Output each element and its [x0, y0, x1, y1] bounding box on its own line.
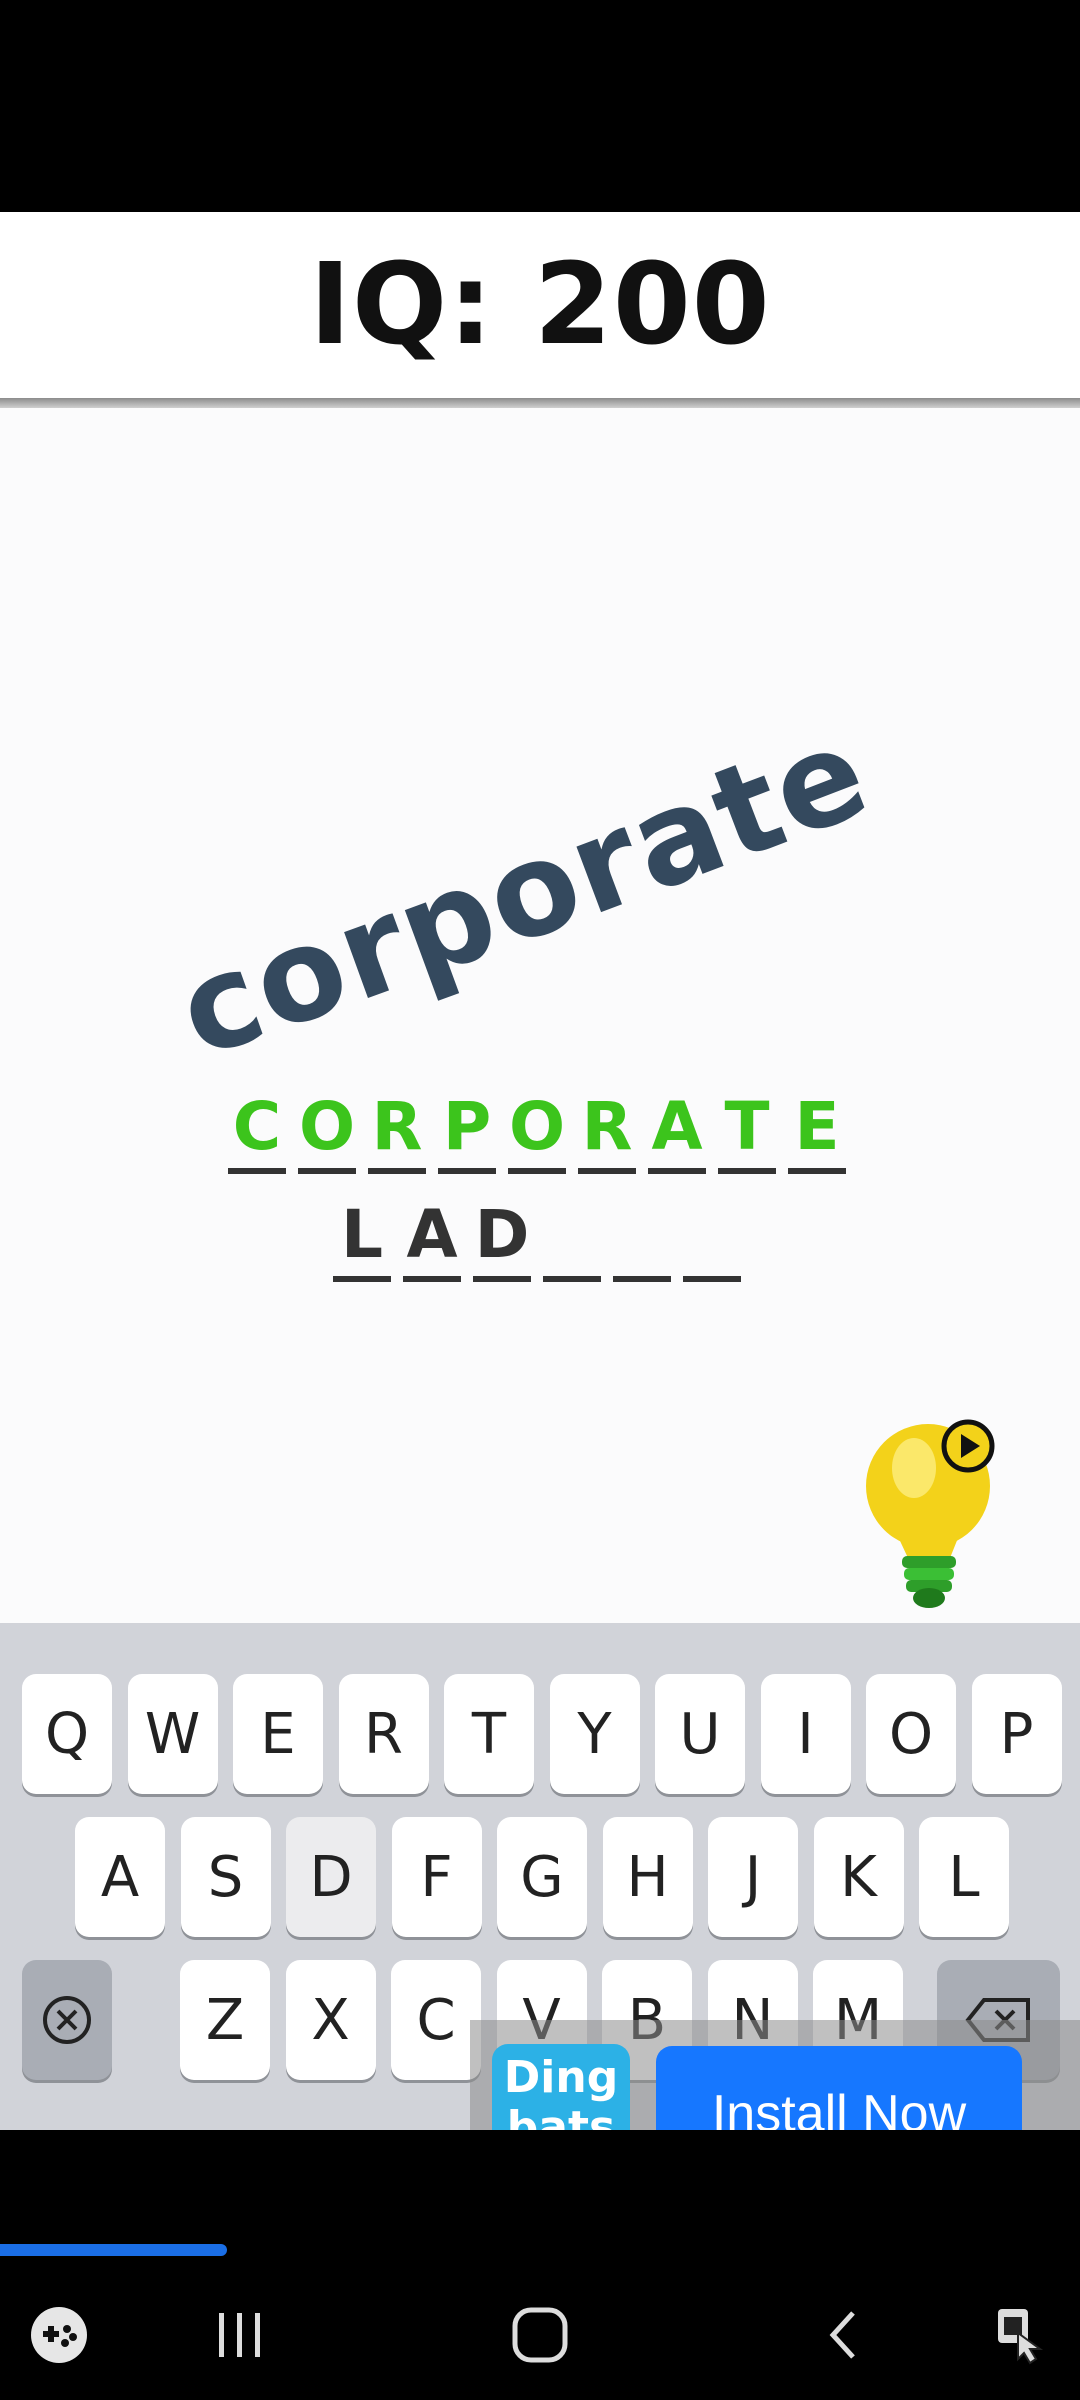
key-k[interactable]: K [813, 1817, 904, 1937]
key-g[interactable]: G [497, 1817, 587, 1937]
back-icon[interactable] [800, 2290, 890, 2380]
answer-slot: O [508, 1088, 566, 1174]
answer-slot: A [403, 1196, 461, 1282]
answer-slot [613, 1196, 671, 1282]
key-q[interactable]: Q [22, 1674, 112, 1794]
answer-slot: C [228, 1088, 286, 1174]
header-divider [0, 398, 1080, 408]
puzzle-word-text: corporate [160, 697, 885, 1087]
key-x[interactable]: X [285, 1960, 376, 2080]
answer-slot: D [473, 1196, 531, 1282]
answer-slot: L [333, 1196, 391, 1282]
answer-slot: T [718, 1088, 776, 1174]
recents-icon[interactable] [194, 2290, 284, 2380]
key-f[interactable]: F [391, 1817, 482, 1937]
answer-row-1: CORPORATE [228, 1088, 846, 1174]
key-w[interactable]: W [127, 1674, 218, 1794]
key-z[interactable]: Z [180, 1960, 270, 2080]
lightbulb-play-icon[interactable] [862, 1418, 1002, 1618]
ad-logo-line1: Ding [503, 2052, 619, 2103]
system-nav-bar [0, 2270, 1080, 2400]
answer-slot [683, 1196, 741, 1282]
answer-slot: O [298, 1088, 356, 1174]
iq-score: IQ: 200 [309, 240, 771, 370]
answer-row-2: LAD [333, 1196, 741, 1282]
game-launcher-icon[interactable] [14, 2290, 104, 2380]
key-h[interactable]: H [602, 1817, 693, 1937]
key-a[interactable]: A [75, 1817, 165, 1937]
progress-bar [0, 2244, 227, 2256]
key-c[interactable]: C [391, 1960, 481, 2080]
puzzle-word: corporate [160, 697, 887, 1087]
key-r[interactable]: R [338, 1674, 429, 1794]
answer-slot: P [438, 1088, 496, 1174]
key-i[interactable]: I [760, 1674, 851, 1794]
key-j[interactable]: J [708, 1817, 798, 1937]
game-area: corporate CORPORATE LAD [0, 408, 1080, 1623]
answer-slot [543, 1196, 601, 1282]
key-l[interactable]: L [919, 1817, 1009, 1937]
key-y[interactable]: Y [549, 1674, 640, 1794]
answer-slot: R [368, 1088, 426, 1174]
key-e[interactable]: E [233, 1674, 323, 1794]
key-o[interactable]: O [866, 1674, 956, 1794]
home-icon[interactable] [495, 2290, 585, 2380]
iq-header: IQ: 200 [0, 212, 1080, 398]
key-t[interactable]: T [444, 1674, 534, 1794]
answer-slot: A [648, 1088, 706, 1174]
key-s[interactable]: S [180, 1817, 271, 1937]
svg-text:corporate: corporate [160, 697, 887, 1087]
answer-slot: E [788, 1088, 846, 1174]
accessibility-icon[interactable] [975, 2290, 1065, 2380]
clear-circle-icon[interactable] [22, 1960, 112, 2080]
status-bar [0, 0, 1080, 212]
key-u[interactable]: U [655, 1674, 745, 1794]
key-d[interactable]: D [286, 1817, 376, 1937]
key-p[interactable]: P [971, 1674, 1062, 1794]
answer-slot: R [578, 1088, 636, 1174]
